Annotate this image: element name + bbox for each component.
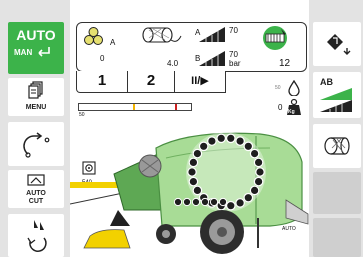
roller <box>243 192 254 203</box>
weight-unit: Kg <box>288 109 295 115</box>
roller <box>253 157 264 168</box>
tab-bale-counter-2[interactable]: 2 <box>127 71 175 93</box>
roller <box>226 200 236 211</box>
roller <box>192 148 203 159</box>
roller <box>198 141 209 152</box>
play-pause-button[interactable]: II/▶ <box>174 71 226 93</box>
roller <box>249 148 260 159</box>
roller <box>187 167 197 177</box>
net-length-value: 4.0 <box>167 59 179 68</box>
roller <box>249 185 260 196</box>
rotate-arrow-icon <box>23 132 50 158</box>
auto-cut-label-line1: AUTO <box>26 190 46 197</box>
return-arrow-icon <box>38 47 50 57</box>
knife-icon <box>27 220 47 252</box>
manual-mode-label: MAN <box>14 48 33 57</box>
bale-count-value: 0 <box>100 54 105 63</box>
pressure-b-unit: bar <box>229 59 241 68</box>
moisture-label: 50 <box>275 85 281 91</box>
roller <box>255 167 265 177</box>
net-wrap-icon <box>324 137 350 155</box>
knife-bank-icon <box>263 26 287 50</box>
auto-manual-mode-button[interactable]: AUTO MAN <box>8 22 64 74</box>
empty-softkey-4[interactable] <box>313 172 361 214</box>
roller <box>226 133 236 144</box>
roller <box>243 141 254 152</box>
roller <box>188 176 199 187</box>
bottom-roller <box>191 197 201 207</box>
right-softkey-column: AB <box>309 0 363 257</box>
net-roll-icon <box>142 27 182 43</box>
roller <box>207 136 217 146</box>
roller <box>235 198 245 208</box>
pressure-a-wedge-icon <box>199 27 225 42</box>
cut-icon <box>27 174 45 186</box>
left-softkey-column: AUTO MAN MENU AUTO CUT <box>0 0 70 257</box>
chamber-auto-label: AUTO <box>282 226 296 232</box>
pressure-a-value: 70 <box>229 26 238 35</box>
auto-mode-label: AUTO <box>16 27 56 43</box>
roller <box>192 185 203 196</box>
roller <box>188 157 199 168</box>
pressure-b-value: 70 <box>229 50 238 59</box>
progress-marker-red <box>175 104 177 110</box>
knife-control-button[interactable] <box>8 214 64 257</box>
pressure-ab-button[interactable]: AB <box>313 72 361 118</box>
auto-cut-label-line2: CUT <box>28 198 44 205</box>
roller <box>235 136 245 146</box>
weight-value: 0 <box>278 103 283 112</box>
bale-counter-label: A <box>110 38 116 47</box>
menu-button[interactable]: MENU <box>8 78 64 116</box>
progress-marker-yellow <box>133 104 135 110</box>
baler-control-screen: AUTO MAN MENU AUTO CUT A 0 4.0 A 70 B 70… <box>0 0 363 257</box>
tab-bale-counter-1[interactable]: 1 <box>76 71 128 93</box>
menu-pages-icon <box>28 81 43 99</box>
bottom-roller <box>200 197 210 207</box>
bottom-roller <box>209 197 219 207</box>
bale-eject-button[interactable] <box>313 22 361 66</box>
pressure-b-wedge-icon <box>199 51 225 66</box>
auto-cut-button[interactable]: AUTO CUT <box>8 170 64 208</box>
roller <box>216 133 226 144</box>
menu-label: MENU <box>25 104 47 111</box>
bale-progress-bar <box>78 103 192 111</box>
bottom-roller <box>218 197 228 207</box>
net-wrap-button[interactable] <box>313 124 361 168</box>
bottom-roller <box>182 197 192 207</box>
baler-machine-illustration <box>70 132 309 254</box>
tailgate-arrows-icon <box>327 34 351 55</box>
bales-icon <box>84 27 103 45</box>
pressure-wedges-icon <box>320 88 352 112</box>
wrap-cycle-button[interactable] <box>8 122 64 166</box>
bottom-roller <box>173 197 183 207</box>
empty-softkey-5[interactable] <box>313 218 361 257</box>
status-info-panel: A 0 4.0 A 70 B 70 bar 12 <box>76 22 307 72</box>
moisture-drop-icon <box>288 80 300 96</box>
knife-count-value: 12 <box>279 58 291 69</box>
roller <box>253 176 264 187</box>
